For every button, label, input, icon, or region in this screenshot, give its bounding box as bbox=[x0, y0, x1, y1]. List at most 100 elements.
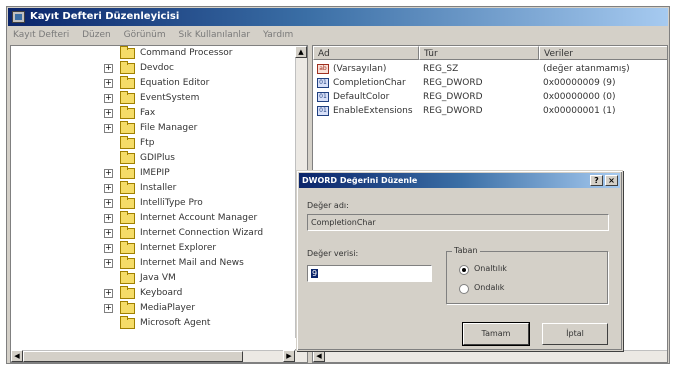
value-data: 0x00000000 (0) bbox=[543, 92, 616, 102]
expand-icon[interactable]: + bbox=[104, 79, 113, 88]
folder-icon bbox=[120, 61, 135, 74]
expand-icon[interactable]: + bbox=[104, 64, 113, 73]
expand-icon[interactable]: + bbox=[104, 124, 113, 133]
tree-item-equation-editor[interactable]: + Equation Editor bbox=[11, 76, 295, 91]
folder-icon bbox=[120, 151, 135, 164]
tree-item-ftp[interactable]: Ftp bbox=[11, 136, 295, 151]
folder-icon bbox=[120, 181, 135, 194]
tree-item-eventsystem[interactable]: + EventSystem bbox=[11, 91, 295, 106]
radio-hexadecimal[interactable] bbox=[459, 265, 469, 275]
tree-item-label: Devdoc bbox=[140, 63, 174, 73]
tree-item-mediaplayer[interactable]: + MediaPlayer bbox=[11, 301, 295, 316]
scroll-thumb[interactable] bbox=[23, 351, 243, 362]
value-row-completionchar[interactable]: 01 CompletionChar REG_DWORD 0x00000009 (… bbox=[313, 76, 667, 90]
value-data: (değer atanmamış) bbox=[543, 64, 630, 74]
tree-item-label: Ftp bbox=[140, 138, 155, 148]
expand-icon[interactable]: + bbox=[104, 244, 113, 253]
radio-hexadecimal-label[interactable]: Onaltılık bbox=[474, 264, 507, 273]
tree-item-gdiplus[interactable]: GDIPlus bbox=[11, 151, 295, 166]
key-tree-pane: Command Processor + Devdoc + Equation Ed… bbox=[10, 45, 308, 363]
menu-help[interactable]: Yardım bbox=[258, 27, 298, 43]
value-row-default[interactable]: ab (Varsayılan) REG_SZ (değer atanmamış) bbox=[313, 62, 667, 76]
tree-item-label: IMEPIP bbox=[140, 168, 170, 178]
dword-value-icon: 01 bbox=[317, 92, 329, 102]
tree-item-intellitype-pro[interactable]: + IntelliType Pro bbox=[11, 196, 295, 211]
value-type: REG_DWORD bbox=[423, 92, 483, 102]
expand-icon[interactable]: + bbox=[104, 229, 113, 238]
tree-item-label: Internet Mail and News bbox=[140, 258, 244, 268]
column-header-type[interactable]: Tür bbox=[419, 46, 539, 60]
tree-item-devdoc[interactable]: + Devdoc bbox=[11, 61, 295, 76]
value-name: CompletionChar bbox=[333, 78, 406, 88]
radio-decimal-label[interactable]: Ondalık bbox=[474, 283, 504, 292]
registry-editor-window: Kayıt Defteri Düzenleyicisi Kayıt Defter… bbox=[6, 6, 670, 364]
help-button[interactable]: ? bbox=[590, 175, 603, 186]
tree-item-keyboard[interactable]: + Keyboard bbox=[11, 286, 295, 301]
value-data: 0x00000009 (9) bbox=[543, 78, 616, 88]
tree-item-label: IntelliType Pro bbox=[140, 198, 203, 208]
menu-view[interactable]: Görünüm bbox=[119, 27, 171, 43]
tree-item-internet-explorer[interactable]: + Internet Explorer bbox=[11, 241, 295, 256]
expand-icon[interactable]: + bbox=[104, 109, 113, 118]
menu-edit[interactable]: Düzen bbox=[77, 27, 116, 43]
value-name: (Varsayılan) bbox=[333, 64, 387, 74]
folder-icon bbox=[120, 301, 135, 314]
title-bar: Kayıt Defteri Düzenleyicisi bbox=[8, 8, 668, 26]
scroll-left-icon[interactable]: ◀ bbox=[313, 350, 325, 362]
radio-decimal[interactable] bbox=[459, 284, 469, 294]
value-data-text: 9 bbox=[311, 269, 319, 278]
string-value-icon: ab bbox=[317, 64, 329, 74]
tree-item-command-processor[interactable]: Command Processor bbox=[11, 46, 295, 61]
tree-item-fax[interactable]: + Fax bbox=[11, 106, 295, 121]
value-name: EnableExtensions bbox=[333, 106, 413, 116]
value-type: REG_DWORD bbox=[423, 78, 483, 88]
value-type: REG_DWORD bbox=[423, 106, 483, 116]
tree-item-internet-mail-and-news[interactable]: + Internet Mail and News bbox=[11, 256, 295, 271]
dialog-title-bar: DWORD Değerini Düzenle ? × bbox=[299, 173, 620, 188]
tree-item-label: EventSystem bbox=[140, 93, 200, 103]
value-data-input[interactable]: 9 bbox=[307, 265, 432, 282]
tree-item-internet-connection-wizard[interactable]: + Internet Connection Wizard bbox=[11, 226, 295, 241]
scroll-right-icon[interactable]: ▶ bbox=[283, 350, 295, 362]
expand-icon[interactable]: + bbox=[104, 94, 113, 103]
dword-value-icon: 01 bbox=[317, 106, 329, 116]
value-data-label: Değer verisi: bbox=[307, 249, 359, 258]
folder-icon bbox=[120, 106, 135, 119]
column-header-name[interactable]: Ad bbox=[313, 46, 419, 60]
tree-item-file-manager[interactable]: + File Manager bbox=[11, 121, 295, 136]
tree-item-label: Keyboard bbox=[140, 288, 183, 298]
tree-item-installer[interactable]: + Installer bbox=[11, 181, 295, 196]
folder-icon bbox=[120, 91, 135, 104]
tree-item-label: GDIPlus bbox=[140, 153, 175, 163]
value-data: 0x00000001 (1) bbox=[543, 106, 616, 116]
value-row-defaultcolor[interactable]: 01 DefaultColor REG_DWORD 0x00000000 (0) bbox=[313, 90, 667, 104]
expand-icon[interactable]: + bbox=[104, 184, 113, 193]
tree-horizontal-scrollbar[interactable]: ◀ ▶ bbox=[11, 350, 307, 362]
ok-button[interactable]: Tamam bbox=[462, 322, 530, 346]
folder-icon bbox=[120, 241, 135, 254]
menu-bar: Kayıt Defteri Düzen Görünüm Sık Kullanıl… bbox=[8, 27, 668, 43]
expand-icon[interactable]: + bbox=[104, 304, 113, 313]
menu-registry[interactable]: Kayıt Defteri bbox=[8, 27, 74, 43]
scroll-left-icon[interactable]: ◀ bbox=[11, 350, 23, 362]
folder-icon bbox=[120, 46, 135, 59]
tree-item-imepip[interactable]: + IMEPIP bbox=[11, 166, 295, 181]
column-header-data[interactable]: Veriler bbox=[539, 46, 667, 60]
menu-favorites[interactable]: Sık Kullanılanlar bbox=[174, 27, 256, 43]
tree-item-internet-account-manager[interactable]: + Internet Account Manager bbox=[11, 211, 295, 226]
tree-item-label: MediaPlayer bbox=[140, 303, 196, 313]
cancel-button[interactable]: İptal bbox=[542, 323, 608, 345]
expand-icon[interactable]: + bbox=[104, 214, 113, 223]
close-button[interactable]: × bbox=[605, 175, 618, 186]
expand-icon[interactable]: + bbox=[104, 169, 113, 178]
tree-item-microsoft-agent[interactable]: Microsoft Agent bbox=[11, 316, 295, 331]
tree-item-label: Fax bbox=[140, 108, 156, 118]
value-row-enableextensions[interactable]: 01 EnableExtensions REG_DWORD 0x00000001… bbox=[313, 104, 667, 118]
expand-icon[interactable]: + bbox=[104, 289, 113, 298]
scroll-up-icon[interactable]: ▲ bbox=[295, 46, 307, 58]
values-horizontal-scrollbar[interactable]: ◀ bbox=[313, 350, 667, 362]
tree-item-java-vm[interactable]: Java VM bbox=[11, 271, 295, 286]
expand-icon[interactable]: + bbox=[104, 199, 113, 208]
tree-item-label: Internet Account Manager bbox=[140, 213, 258, 223]
expand-icon[interactable]: + bbox=[104, 259, 113, 268]
